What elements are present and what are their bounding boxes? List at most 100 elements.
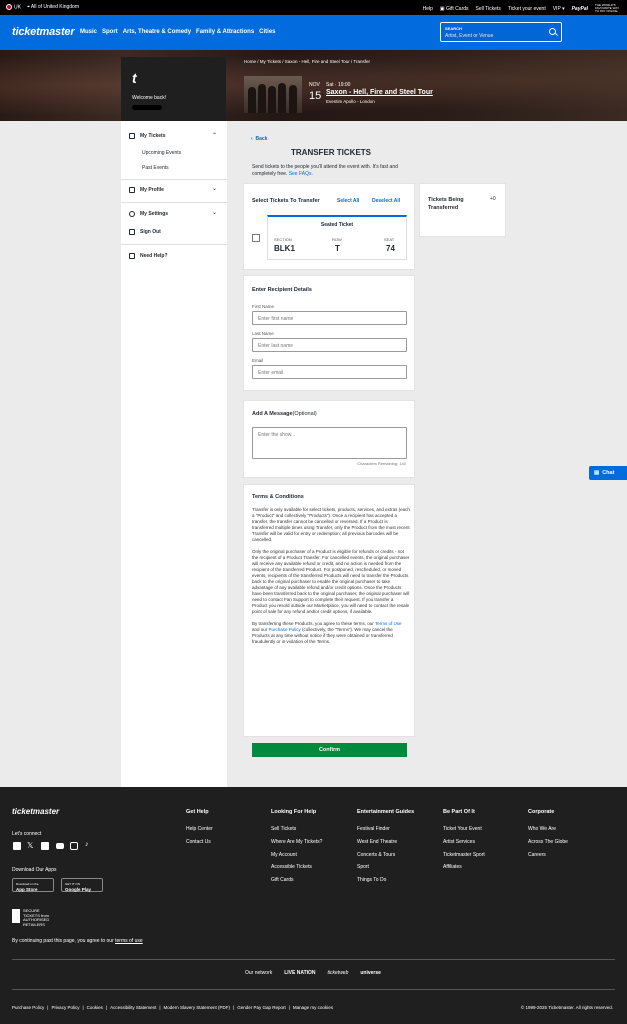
row-value: T [335,244,340,253]
footer-link[interactable]: Across The Globe [528,839,568,845]
location-selector[interactable]: ⌖ All of United Kingdom [27,4,79,10]
gift-cards-link[interactable]: ▣ Gift Cards [440,6,469,12]
ticket-type: Seated Ticket [320,222,354,228]
footer-link[interactable]: Ticketmaster Sport [443,852,485,858]
legal-links: Purchase Policy | Privacy Policy | Cookies… [12,1005,333,1010]
first-name-field[interactable]: Enter first name [252,311,407,325]
faqs-link[interactable]: See FAQs. [289,171,313,177]
event-title-link[interactable]: Saxon - Hell, Fire and Steel Tour [326,89,433,96]
footer-link[interactable]: My Account [271,852,297,858]
footer-logo[interactable]: ticketmaster [12,807,59,816]
ticket-icon [129,133,135,139]
tiktok-icon[interactable]: ♪ [85,841,89,848]
gender-pay-gap-link[interactable]: Gender Pay Gap Report [237,1005,286,1010]
chat-icon: ▤ [594,470,600,476]
last-name-field[interactable]: Enter last name [252,338,407,352]
ticketweb-logo[interactable]: ticketweb [328,970,349,976]
footer-link[interactable]: West End Theatre [357,839,397,845]
transfer-main: ‹ Back TRANSFER TICKETS Send tickets to … [227,121,627,787]
profile-icon [129,187,135,193]
sidebar-item-my-settings[interactable]: My Settings [129,211,168,217]
page-title: TRANSFER TICKETS [291,148,371,157]
ticket-checkbox[interactable] [252,234,260,242]
connect-label: Let's connect [12,831,42,837]
apps-label: Download Our Apps [12,867,57,873]
universe-logo[interactable]: universe [360,970,381,976]
chevron-down-icon[interactable]: ⌄ [212,185,217,192]
message-textarea[interactable]: Enter the show... [252,427,407,459]
chat-button[interactable]: ▤ Chat [589,466,627,480]
nav-family-attractions[interactable]: Family & Attractions [196,29,254,35]
footer-link[interactable]: Accessible Tickets [271,864,312,870]
footer-link[interactable]: Sport [357,864,369,870]
facebook-icon[interactable] [13,842,21,850]
manage-cookies-link[interactable]: Manage my cookies [293,1005,333,1010]
footer-link[interactable]: Contact Us [186,839,211,845]
blog-icon[interactable] [41,842,49,850]
footer-link[interactable]: Things To Do [357,877,386,883]
purchase-policy-link[interactable]: Purchase Policy [269,627,301,632]
footer-link[interactable]: Where Are My Tickets? [271,839,322,845]
youtube-icon[interactable] [56,843,64,849]
select-all-button[interactable]: Select All [337,198,359,204]
privacy-policy-link[interactable]: Privacy Policy [51,1005,79,1010]
sidebar-item-upcoming-events[interactable]: Upcoming Events [142,150,181,156]
chevron-down-icon[interactable]: ⌄ [212,209,217,216]
google-play-button[interactable]: GET IT ON Google Play [61,878,103,892]
nav-arts-theatre-comedy[interactable]: Arts, Theatre & Comedy [123,29,191,35]
username-redacted [132,105,162,110]
app-store-button[interactable]: Download on the App Store [12,878,54,892]
sidebar-item-my-profile[interactable]: My Profile [129,187,164,193]
footer-heading: Entertainment Guides [357,809,415,815]
deselect-all-button[interactable]: Deselect All [372,198,400,204]
modern-slavery-link[interactable]: Modern Slavery Statement (PDF) [164,1005,231,1010]
purchase-policy-footer-link[interactable]: Purchase Policy [12,1005,44,1010]
footer-heading: Get Help [186,809,209,815]
footer-link[interactable]: Festival Finder [357,826,390,832]
ticketmaster-logo[interactable]: ticketmaster [12,26,75,38]
sidebar-item-sign-out[interactable]: Sign Out [129,229,161,235]
confirm-button[interactable]: Confirm [252,743,407,757]
search-input[interactable]: SEARCH Artist, Event or Venue [440,22,562,42]
welcome-text: Welcome back! [132,95,167,101]
footer-link[interactable]: Affiliates [443,864,462,870]
instagram-icon[interactable] [70,842,78,850]
first-name-label: First Name [252,304,275,309]
back-link[interactable]: ‹ Back [251,136,267,142]
footer-link[interactable]: Who We Are [528,826,556,832]
email-field[interactable]: Enter email [252,365,407,379]
ticket-item[interactable]: Seated Ticket SECTION BLK1 ROW T SEAT 74 [267,215,407,260]
sidebar-item-my-tickets[interactable]: My Tickets [129,133,165,139]
location-pin-icon: ⌖ [26,4,30,11]
footer-link[interactable]: Concerts & Tours [357,852,395,858]
footer-link[interactable]: Gift Cards [271,877,294,883]
event-venue: Eventim Apollo - London [326,99,375,104]
terms-of-use-footer-link[interactable]: terms of use [115,938,143,944]
cookies-link[interactable]: Cookies [87,1005,103,1010]
live-nation-logo[interactable]: LIVE NATION [284,970,315,976]
footer-link[interactable]: Sell Tickets [271,826,296,832]
footer: ticketmaster Let's connect 𝕏 ♪ Download … [0,787,627,1024]
sell-tickets-link[interactable]: Sell Tickets [476,6,501,12]
x-icon[interactable]: 𝕏 [27,841,33,850]
footer-link[interactable]: Careers [528,852,546,858]
search-icon[interactable] [549,28,556,35]
footer-link[interactable]: Ticket Your Event [443,826,482,832]
event-time: Sat · 19:00 [326,82,351,88]
region-selector[interactable]: UK [6,4,21,10]
terms-of-use-link[interactable]: Terms of Use [375,621,402,626]
nav-sport[interactable]: Sport [102,29,118,35]
copyright: © 1999-2025 Ticketmaster. All rights res… [520,1005,613,1010]
sidebar-item-need-help[interactable]: Need Help? [129,253,168,259]
ticket-your-event-link[interactable]: Ticket your event [508,6,546,12]
nav-music[interactable]: Music [80,29,97,35]
nav-cities[interactable]: Cities [259,29,275,35]
sidebar-item-past-events[interactable]: Past Events [142,165,169,171]
chevron-up-icon[interactable]: ⌃ [212,132,217,139]
footer-link[interactable]: Help Center [186,826,213,832]
footer-link[interactable]: Artist Services [443,839,475,845]
accessibility-link[interactable]: Accessibility Statement [110,1005,156,1010]
vip-link[interactable]: VIP ▾ [553,6,565,12]
breadcrumb[interactable]: Home / My Tickets / Saxon - Hell, Fire a… [244,59,370,64]
help-link[interactable]: Help [423,6,433,12]
